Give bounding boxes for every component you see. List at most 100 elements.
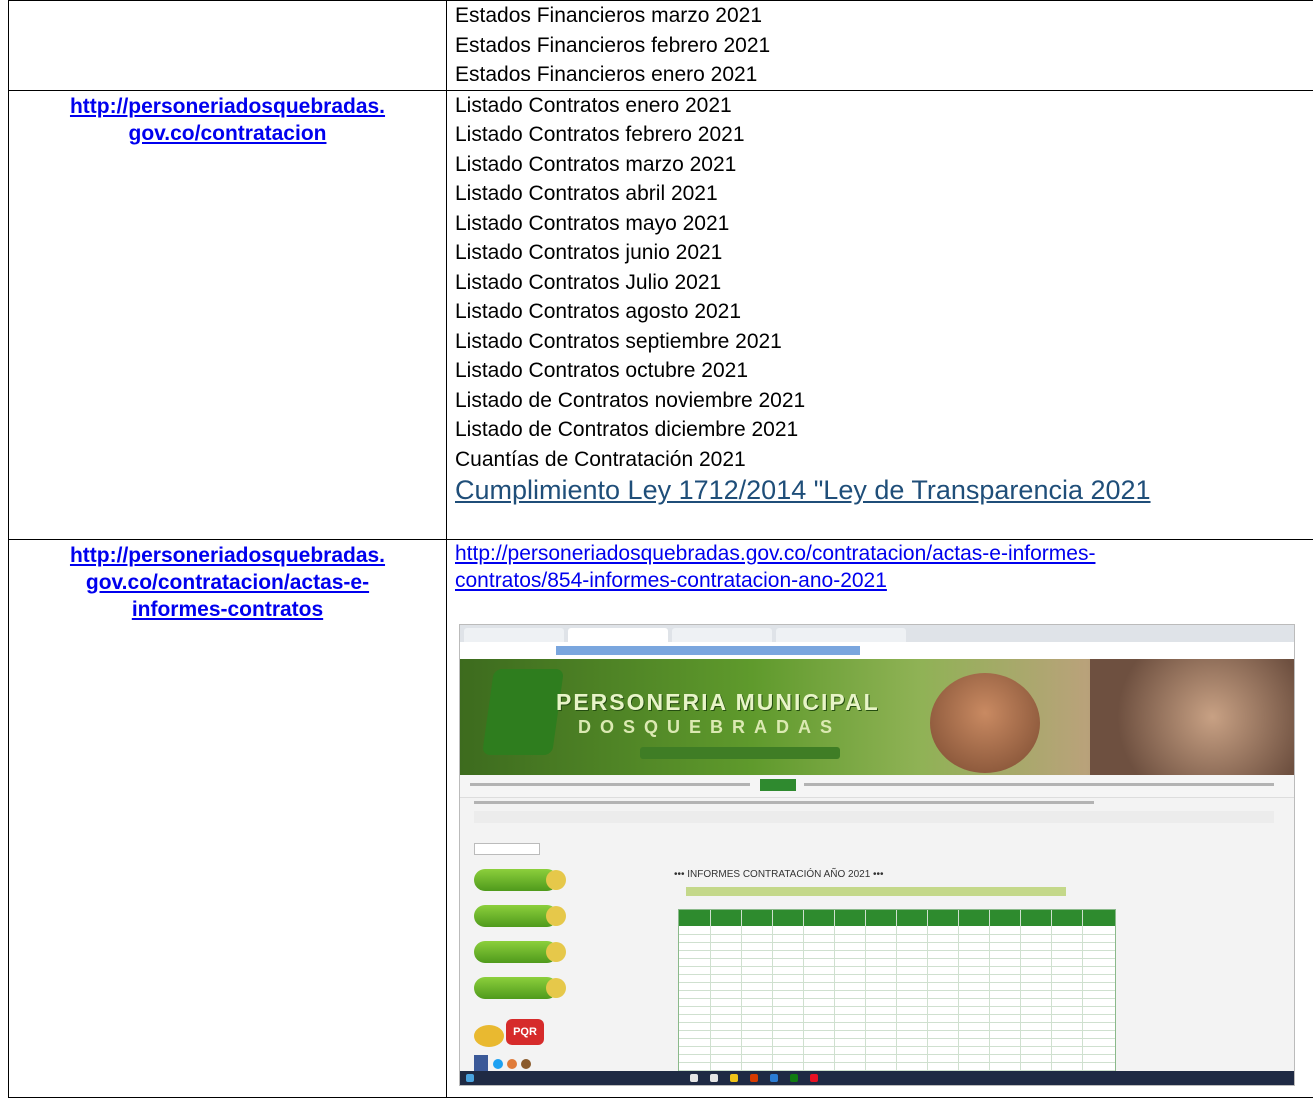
list-item[interactable]: Listado Contratos mayo 2021 (455, 209, 1313, 239)
table-gridline (679, 990, 1115, 991)
table-gridline (772, 910, 773, 1086)
list-item[interactable]: Listado Contratos junio 2021 (455, 238, 1313, 268)
list-item[interactable]: Listado Contratos marzo 2021 (455, 150, 1313, 180)
sidebar-button (474, 977, 558, 999)
link-text: gov.co/contratacion (129, 122, 327, 145)
banner-subtitle: DOSQUEBRADAS (578, 717, 841, 738)
browser-tab (568, 628, 668, 642)
actas-informes-link[interactable]: http://personeriadosquebradas. gov.co/co… (9, 540, 446, 623)
link-text: http://personeriadosquebradas. (70, 544, 385, 567)
address-selection (556, 646, 860, 655)
informes-url-link[interactable]: http://personeriadosquebradas.gov.co/con… (455, 540, 1313, 594)
browser-tab (672, 628, 772, 642)
browser-address-bar (460, 642, 1294, 660)
table-gridline (896, 910, 897, 1086)
browser-tabbar (460, 625, 1294, 642)
browser-tab (464, 628, 564, 642)
list-item[interactable]: Listado Contratos febrero 2021 (455, 120, 1313, 150)
table-gridline (679, 1062, 1115, 1063)
banner-title: PERSONERIA MUNICIPAL (556, 689, 880, 716)
browser-tab (776, 628, 906, 642)
logo-icon (482, 669, 564, 755)
table-row: http://personeriadosquebradas. gov.co/co… (9, 90, 1313, 539)
table-gridline (927, 910, 928, 1086)
table-gridline (1051, 910, 1052, 1086)
site-banner: PERSONERIA MUNICIPAL DOSQUEBRADAS (460, 659, 1294, 775)
link-text: informes-contratos (132, 598, 323, 621)
table-gridline (679, 958, 1115, 959)
contratacion-link[interactable]: http://personeriadosquebradas. gov.co/co… (9, 91, 446, 147)
list-item[interactable]: Cuantías de Contratación 2021 (455, 445, 1313, 475)
right-cell: http://personeriadosquebradas.gov.co/con… (447, 539, 1313, 1097)
document-table: Estados Financieros marzo 2021 Estados F… (8, 0, 1313, 1098)
photo-elder (1090, 659, 1294, 775)
list-item[interactable]: Listado Contratos enero 2021 (455, 91, 1313, 121)
table-gridline (1082, 910, 1083, 1086)
link-text: contratos/854-informes-contratacion-ano-… (455, 569, 887, 592)
table-gridline (679, 950, 1115, 951)
table-row: http://personeriadosquebradas. gov.co/co… (9, 539, 1313, 1097)
list-item[interactable]: Listado Contratos septiembre 2021 (455, 327, 1313, 357)
list-item[interactable]: Listado de Contratos diciembre 2021 (455, 415, 1313, 445)
left-cell: http://personeriadosquebradas. gov.co/co… (9, 90, 447, 539)
sidebar-button (474, 941, 558, 963)
right-cell: Listado Contratos enero 2021 Listado Con… (447, 90, 1313, 539)
site-menu (460, 775, 1294, 798)
table-gridline (710, 910, 711, 1086)
list-item[interactable]: Listado Contratos agosto 2021 (455, 297, 1313, 327)
table-gridline (989, 910, 990, 1086)
list-item[interactable]: Estados Financieros marzo 2021 (455, 1, 1313, 31)
table-gridline (679, 966, 1115, 967)
table-gridline (679, 1006, 1115, 1007)
submenu-items (474, 801, 1094, 804)
table-gridline (679, 998, 1115, 999)
list-item[interactable]: Listado Contratos Julio 2021 (455, 268, 1313, 298)
table-gridline (679, 1022, 1115, 1023)
report-table (678, 909, 1116, 1086)
report-subtitle (686, 887, 1066, 896)
table-row: Estados Financieros marzo 2021 Estados F… (9, 1, 1313, 91)
link-text: http://personeriadosquebradas. (70, 95, 385, 118)
link-text: gov.co/contratacion/actas-e- (86, 571, 369, 594)
list-item[interactable]: Listado de Contratos noviembre 2021 (455, 386, 1313, 416)
right-cell: Estados Financieros marzo 2021 Estados F… (447, 1, 1313, 91)
table-gridline (679, 1030, 1115, 1031)
table-gridline (741, 910, 742, 1086)
table-gridline (679, 974, 1115, 975)
taskbar (460, 1071, 1294, 1085)
menu-items (804, 783, 1274, 786)
embedded-screenshot: PERSONERIA MUNICIPAL DOSQUEBRADAS (459, 624, 1295, 1086)
language-select (474, 843, 540, 855)
report-title: ••• INFORMES CONTRATACIÓN AÑO 2021 ••• (674, 869, 884, 880)
photo-child (930, 673, 1040, 773)
table-gridline (679, 1014, 1115, 1015)
menu-active-item (760, 779, 796, 791)
table-gridline (679, 1046, 1115, 1047)
social-icons (474, 1055, 534, 1071)
list-item[interactable]: Estados Financieros enero 2021 (455, 60, 1313, 90)
transparencia-link[interactable]: Cumplimiento Ley 1712/2014 "Ley de Trans… (455, 474, 1313, 507)
coins-icon (474, 1025, 504, 1047)
list-item[interactable]: Listado Contratos octubre 2021 (455, 356, 1313, 386)
table-gridline (679, 1038, 1115, 1039)
left-cell: http://personeriadosquebradas. gov.co/co… (9, 539, 447, 1097)
pqr-icon: PQR (506, 1019, 544, 1045)
banner-slogan (640, 747, 840, 759)
table-gridline (958, 910, 959, 1086)
table-gridline (865, 910, 866, 1086)
breadcrumb (474, 811, 1274, 823)
list-item[interactable]: Listado Contratos abril 2021 (455, 179, 1313, 209)
table-gridline (834, 910, 835, 1086)
sidebar-button (474, 905, 558, 927)
table-gridline (679, 942, 1115, 943)
table-gridline (679, 934, 1115, 935)
table-gridline (679, 1054, 1115, 1055)
report-table-header (679, 910, 1115, 926)
table-gridline (1020, 910, 1021, 1086)
list-item[interactable]: Estados Financieros febrero 2021 (455, 31, 1313, 61)
table-gridline (679, 982, 1115, 983)
table-gridline (803, 910, 804, 1086)
left-cell (9, 1, 447, 91)
link-text: http://personeriadosquebradas.gov.co/con… (455, 542, 1095, 565)
menu-items (470, 783, 750, 786)
